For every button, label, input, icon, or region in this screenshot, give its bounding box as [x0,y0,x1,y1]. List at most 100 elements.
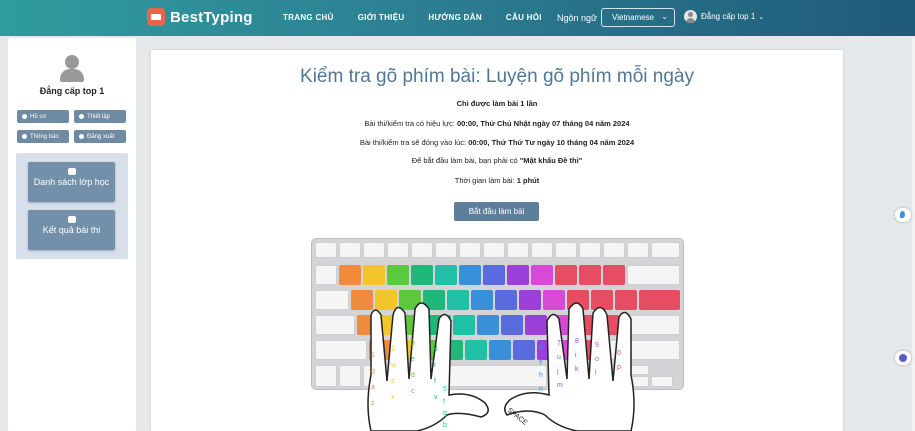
finger-letter: x [391,394,395,401]
key-6 [459,265,481,285]
chat-drop-icon[interactable] [895,208,911,222]
duration-prefix: Thời gian làm bài: [454,176,517,185]
profile-button[interactable]: Hồ sơ [17,110,69,123]
finger-letter: v [434,394,438,401]
password-note: Để bắt đầu làm bài, bạn phải có "Mật khẩ… [151,156,843,165]
user-menu-name: Đẳng cấp top 1 [701,12,756,21]
password-value: "Mật khẩu Đề thi" [519,156,583,165]
key [579,242,601,258]
finger-letter: k [575,366,579,373]
finger-letter: e [411,356,415,363]
duration: Thời gian làm bài: 1 phút [151,176,843,185]
finger-letter: a [371,384,375,391]
finger-letter: 8 [575,338,579,345]
notifications-label: Thông báo [30,133,59,140]
key [531,242,553,258]
key-8 [507,265,529,285]
logout-label: Đăng xuất [87,133,115,140]
messenger-icon[interactable] [895,351,911,365]
user-avatar-icon [60,55,84,83]
key-9 [531,265,553,285]
key [315,265,337,285]
finger-letter: 7 [557,340,561,347]
dashboard-icon [67,168,76,175]
key [627,242,649,258]
key-5 [435,265,457,285]
key [507,242,529,258]
finger-letter: g [443,410,447,417]
key [315,242,337,258]
logout-button[interactable]: Đăng xuất [74,130,126,143]
finger-letter: c [411,388,415,395]
finger-letter: d [411,372,415,379]
key-2 [363,265,385,285]
key [363,242,385,258]
class-list-button[interactable]: Danh sách lớp học [28,162,115,202]
language-value: Vietnamese [612,13,655,22]
finger-letter: 2 [391,346,395,353]
language-select[interactable]: Vietnamese ⌄ [601,8,675,27]
logo[interactable]: BestTyping [147,8,253,26]
logout-icon [79,134,84,139]
top-navbar: BestTyping TRANG CHỦ GIỚI THIỆU HƯỚNG DẪ… [0,0,915,36]
finger-letter: t [443,398,445,405]
key [435,242,457,258]
user-menu[interactable]: Đẳng cấp top 1 ⌄ [684,10,764,23]
page-title: Kiểm tra gõ phím bài: Luyện gõ phím mỗi … [300,66,694,87]
gear-icon [79,114,84,119]
finger-letter: b [443,422,447,429]
key [483,242,505,258]
sidebar-user-name: Đẳng cấp top 1 [39,86,105,96]
finger-letter: 0 [617,350,621,357]
key [555,242,577,258]
user-icon [22,114,27,119]
finger-letter: s [391,378,395,385]
notifications-button[interactable]: Thông báo [17,130,69,143]
key [603,242,625,258]
finger-letter: z [371,400,375,407]
key-0 [555,265,577,285]
key [339,242,361,258]
key [411,242,433,258]
key [387,242,409,258]
hands-illustration: SPACE 1 q a z 2 w s x 3 e d c 4 r f v 5 … [367,302,635,431]
start-exam-button[interactable]: Bắt đầu làm bài [454,202,539,221]
duration-value: 1 phút [516,176,540,185]
nav-guide[interactable]: HƯỚNG DẪN [428,13,482,22]
finger-letter: y [539,358,543,365]
profile-label: Hồ sơ [30,113,47,120]
logo-text: BestTyping [170,8,253,26]
valid-prefix: Bài thi/kiểm tra có hiệu lực: [364,119,457,128]
finger-letter: p [617,364,621,371]
class-list-label: Danh sách lớp học [33,177,110,187]
nav-home[interactable]: TRANG CHỦ [283,13,334,22]
finger-letter: w [390,362,397,369]
finger-letter: n [539,386,543,393]
key [459,242,481,258]
results-button[interactable]: Kết quả bài thi [28,210,115,250]
language-label: Ngôn ngữ [557,13,598,23]
keyboard-logo-icon [147,8,165,26]
sidebar-menu-panel: Danh sách lớp học Kết quả bài thi [16,153,128,259]
close-at: Bài thi/kiểm tra sẽ đóng vào lúc: 00:00,… [151,138,843,147]
finger-letter: f [434,378,436,385]
main-nav: TRANG CHỦ GIỚI THIỆU HƯỚNG DẪN CÂU HỎI [283,13,566,22]
finger-letter: 9 [595,342,599,349]
results-label: Kết quả bài thi [42,225,101,235]
finger-letter: 3 [411,340,415,347]
finger-letter: q [371,368,375,375]
once-notice: Chỉ được làm bài 1 lần [456,99,538,108]
exam-panel: Kiểm tra gõ phím bài: Luyện gõ phím mỗi … [151,50,843,431]
user-avatar-icon [684,10,697,23]
nav-faq[interactable]: CÂU HỎI [506,13,542,22]
settings-button[interactable]: Thiết lập [74,110,126,123]
finger-letter: 4 [434,346,438,353]
bell-icon [22,134,27,139]
finger-letter: j [556,368,559,375]
key [651,242,680,258]
finger-letter: h [539,372,543,379]
finger-letter: u [557,354,561,361]
nav-about[interactable]: GIỚI THIỆU [358,13,405,22]
users-icon [67,216,76,223]
finger-letter: 1 [371,352,375,359]
